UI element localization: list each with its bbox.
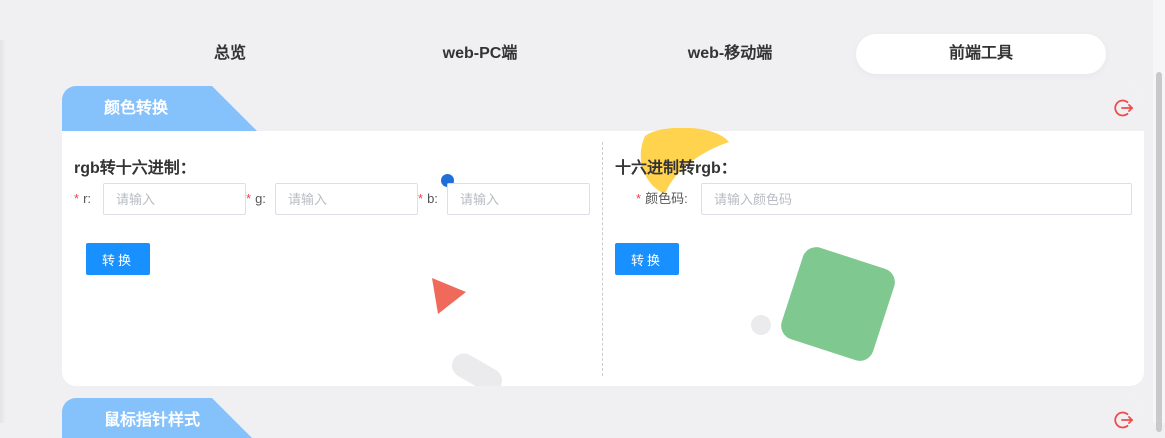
tab-web-mobile[interactable]: web-移动端: [605, 34, 855, 74]
b-input[interactable]: [447, 183, 590, 215]
card-title: 鼠标指针样式: [104, 412, 201, 429]
b-label: * b:: [418, 191, 438, 206]
mouse-pointer-card: 鼠标指针样式: [62, 398, 1144, 438]
card-title: 颜色转换: [104, 100, 169, 117]
section-divider: [602, 142, 603, 376]
green-square-decoration: [777, 243, 899, 365]
page-edge: [0, 40, 6, 423]
logout-icon[interactable]: [1114, 98, 1134, 118]
grey-dot-decoration: [751, 315, 771, 335]
grey-pill-decoration: [447, 349, 507, 386]
r-input[interactable]: [103, 183, 246, 215]
logout-icon[interactable]: [1114, 410, 1134, 430]
rgb-convert-button[interactable]: 转换: [86, 243, 150, 275]
tab-web-pc[interactable]: web-PC端: [355, 34, 605, 74]
g-input[interactable]: [275, 183, 418, 215]
rgb-to-hex-title: rgb转十六进制：: [74, 160, 196, 177]
hex-convert-button[interactable]: 转换: [615, 243, 679, 275]
card-header: 颜色转换: [62, 86, 1144, 131]
hex-to-rgb-title: 十六进制转rgb：: [615, 160, 737, 177]
scrollbar-track[interactable]: [1153, 0, 1165, 432]
tab-overview[interactable]: 总览: [105, 34, 355, 74]
red-triangle-decoration: [432, 278, 466, 314]
r-label: * r:: [74, 191, 92, 206]
color-convert-card: 颜色转换 rgb转十六进制： *r: *g: *b: 转换 十六进制转rgb： …: [62, 86, 1144, 386]
color-code-input[interactable]: [701, 183, 1132, 215]
card-header: 鼠标指针样式: [62, 398, 1144, 438]
color-code-label: * 颜色码:: [636, 191, 688, 206]
g-label: * g:: [246, 191, 266, 206]
tab-frontend-tools[interactable]: 前端工具: [856, 34, 1106, 74]
scrollbar-thumb[interactable]: [1156, 72, 1162, 432]
top-nav: 总览 web-PC端 web-移动端 前端工具: [0, 0, 1165, 80]
